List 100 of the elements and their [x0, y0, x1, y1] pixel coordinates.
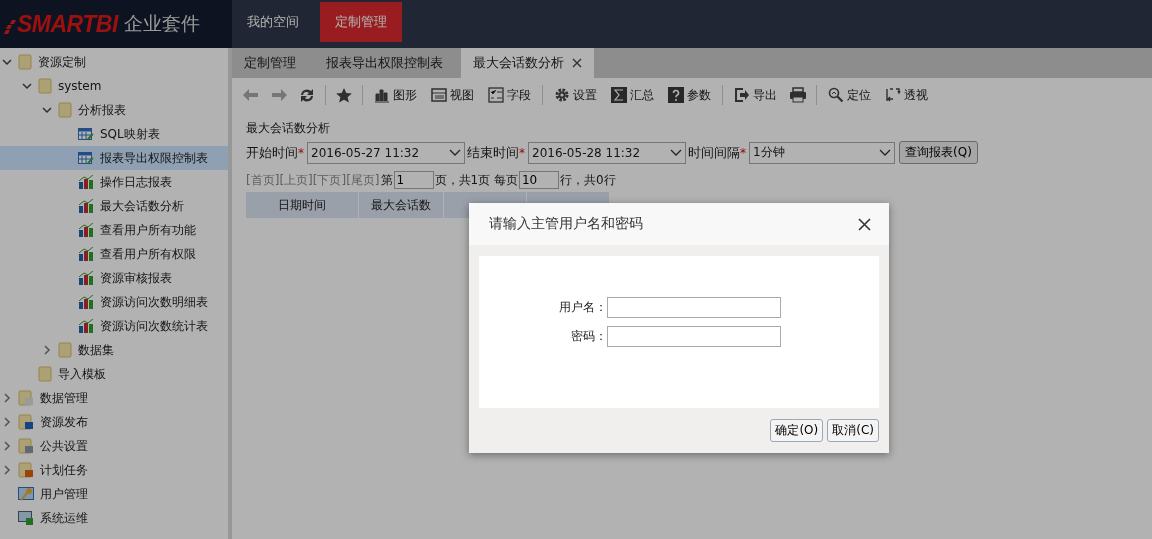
folder-edit-icon	[18, 414, 34, 430]
chevron-down-icon	[879, 148, 891, 157]
chevron-right-icon[interactable]	[2, 465, 12, 475]
required-mark: *	[298, 145, 304, 160]
export-icon	[734, 87, 750, 103]
tree-item[interactable]: 资源审核报表	[0, 266, 228, 290]
folder-icon	[38, 366, 52, 382]
locate-button[interactable]: 定位	[822, 84, 877, 106]
tree-item[interactable]: 查看用户所有功能	[0, 218, 228, 242]
bar-chart-icon	[78, 175, 94, 189]
gear-button[interactable]: 设置	[548, 84, 603, 106]
tree-item[interactable]: 资源访问次数明细表	[0, 290, 228, 314]
required-mark: *	[519, 145, 525, 160]
folder-feed-icon	[18, 462, 34, 478]
monitor-icon	[18, 510, 34, 526]
tree-item[interactable]: 导入模板	[0, 362, 228, 386]
logo-mark-icon	[4, 20, 16, 34]
bar-chart-icon	[78, 271, 94, 285]
tree-item[interactable]: 计划任务	[0, 458, 228, 482]
required-mark: *	[740, 145, 746, 160]
pager-text: 第	[380, 171, 393, 189]
query-button[interactable]: 查询报表(Q)	[899, 141, 978, 164]
checklist-icon	[488, 87, 504, 103]
table-edit-icon	[78, 127, 94, 141]
folder-data-icon	[18, 390, 34, 406]
user-key-icon	[18, 486, 34, 502]
dialog-title: 请输入主管用户名和密码	[489, 215, 643, 233]
tree-item[interactable]: 资源访问次数统计表	[0, 314, 228, 338]
tree-item[interactable]: system	[0, 74, 228, 98]
arrow-left-icon	[242, 87, 260, 103]
document-tab[interactable]: 最大会话数分析	[461, 48, 594, 78]
close-icon[interactable]	[858, 217, 871, 231]
tree-item[interactable]: 资源定制	[0, 50, 228, 74]
pivot-button[interactable]: 透视	[879, 84, 934, 106]
column-header: 最大会话数	[359, 192, 444, 218]
document-tab[interactable]: 报表导出权限控制表	[314, 48, 455, 78]
tree-item[interactable]: 报表导出权限控制表	[0, 146, 228, 170]
sigma-icon	[611, 87, 627, 103]
logo-text: SMARTBI	[17, 10, 118, 38]
help-button[interactable]: 参数	[662, 84, 717, 106]
window-icon	[431, 87, 447, 103]
bar-chart-icon	[78, 319, 94, 333]
dialog-button[interactable]: 确定(O)	[770, 419, 824, 442]
dialog-button[interactable]: 取消(C)	[827, 419, 879, 442]
arrow-right-icon	[270, 87, 288, 103]
chevron-right-icon[interactable]	[2, 393, 12, 403]
product-name: 企业套件	[123, 11, 200, 36]
folder-gear-icon	[18, 438, 34, 454]
bar-chart-icon	[78, 199, 94, 213]
param-label: 时间间隔	[688, 143, 740, 162]
chart-button[interactable]: 图形	[368, 84, 423, 106]
bar-chart-icon	[78, 295, 94, 309]
tree-item[interactable]: SQL映射表	[0, 122, 228, 146]
star-icon	[335, 87, 353, 103]
gear-icon	[554, 87, 570, 103]
param-dropdown[interactable]: 2016-05-27 11:32	[307, 141, 465, 164]
param-label: 结束时间	[467, 143, 519, 162]
tree-item[interactable]: 分析报表	[0, 98, 228, 122]
chevron-down-icon	[670, 148, 682, 157]
chevron-right-icon[interactable]	[2, 417, 12, 427]
chevron-down-icon[interactable]	[22, 81, 32, 91]
chevron-right-icon[interactable]	[42, 345, 52, 355]
view-button[interactable]: 视图	[425, 84, 480, 106]
nav-tab[interactable]: 我的空间	[232, 2, 314, 42]
chevron-right-icon[interactable]	[2, 441, 12, 451]
rows-input[interactable]: 10	[518, 171, 559, 189]
close-icon[interactable]	[572, 58, 582, 68]
chevron-down-icon[interactable]	[42, 105, 52, 115]
folder-icon	[58, 342, 72, 358]
text-field[interactable]	[607, 297, 781, 318]
text-field[interactable]	[607, 326, 781, 347]
sum-button[interactable]: 汇总	[605, 84, 660, 106]
param-dropdown[interactable]: 1分钟	[749, 141, 895, 164]
nav-tab[interactable]: 定制管理	[320, 2, 402, 42]
tree-item[interactable]: 最大会话数分析	[0, 194, 228, 218]
tree-item[interactable]: 资源发布	[0, 410, 228, 434]
tree-item[interactable]: 用户管理	[0, 482, 228, 506]
tree-item[interactable]: 查看用户所有权限	[0, 242, 228, 266]
tree-item[interactable]: 操作日志报表	[0, 170, 228, 194]
field-label: 用户名：	[558, 299, 607, 316]
field-label: 密码：	[570, 328, 607, 345]
pager-text: 行，共0行	[559, 171, 616, 189]
tree-item[interactable]: 系统运维	[0, 506, 228, 530]
zoom-icon	[828, 87, 844, 103]
fields-button[interactable]: 字段	[482, 84, 537, 106]
page-input[interactable]: 1	[393, 171, 434, 189]
param-label: 开始时间	[246, 143, 298, 162]
tree-item[interactable]: 公共设置	[0, 434, 228, 458]
export-button[interactable]: 导出	[728, 84, 783, 106]
chevron-down-icon[interactable]	[2, 57, 12, 67]
tree-item[interactable]: 数据管理	[0, 386, 228, 410]
bar-chart-icon	[78, 223, 94, 237]
pager-text: 页，共1页 每页	[434, 171, 518, 189]
pivot-icon	[885, 87, 901, 103]
document-tab[interactable]: 定制管理	[232, 48, 308, 78]
param-dropdown[interactable]: 2016-05-28 11:32	[528, 141, 686, 164]
tree-item[interactable]: 数据集	[0, 338, 228, 362]
printer-icon	[789, 87, 807, 103]
bar-chart-icon	[374, 87, 390, 103]
table-edit-icon	[78, 151, 94, 165]
